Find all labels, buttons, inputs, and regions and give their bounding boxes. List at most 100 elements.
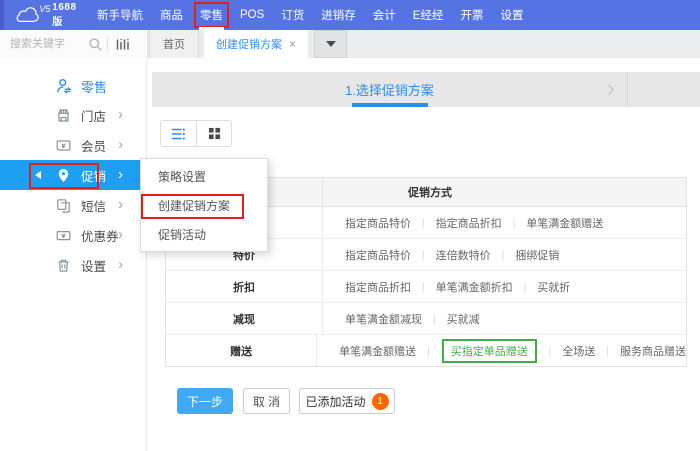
promotion-submenu: 策略设置 创建促销方案 促销活动 [140, 158, 268, 252]
divider [411, 217, 436, 229]
sidebar-item-members[interactable]: 会员 [0, 130, 146, 160]
promo-option-highlighted[interactable]: 买指定单品赠送 [442, 339, 537, 363]
wizard-step-1-label: 1.选择促销方案 [345, 80, 434, 99]
topnav-item-goods[interactable]: 商品 [156, 4, 187, 26]
table-row: 折扣 指定商品折扣单笔满金额折扣买就折 [166, 271, 686, 303]
chevron-right-icon [118, 137, 123, 152]
edition-label: 1688版 [52, 2, 85, 28]
app-logo: V5 1688版 [0, 2, 85, 28]
divider [422, 313, 447, 325]
tab-list-dropdown-button[interactable] [314, 30, 347, 58]
promo-option[interactable]: 买就折 [537, 279, 570, 295]
sidebar-item-settings[interactable]: 设置 [0, 250, 146, 280]
added-activities-label: 已添加活动 [305, 393, 365, 410]
topnav-item-pos[interactable]: POS [236, 6, 268, 24]
member-card-icon [56, 138, 72, 153]
added-activities-button[interactable]: 已添加活动 1 [299, 388, 395, 414]
wizard-step-1[interactable]: 1.选择促销方案 [152, 72, 627, 107]
tab-create-promo-plan[interactable]: 创建促销方案 × [204, 30, 308, 58]
store-icon [56, 108, 72, 123]
promo-option[interactable]: 单笔满金额赠送 [339, 343, 416, 359]
topnav-item-ejingjing[interactable]: E经经 [409, 4, 448, 26]
topbar: V5 1688版 新手导航 商品 零售 POS 订货 进销存 会计 E经经 开票… [0, 0, 700, 30]
person-icon [56, 78, 72, 94]
grid-view-icon [208, 127, 221, 140]
tab-bar: 首页 创建促销方案 × [0, 30, 700, 58]
sidebar-header-retail[interactable]: 零售 [0, 73, 146, 99]
divider [411, 249, 436, 261]
promo-option[interactable]: 捆绑促销 [515, 247, 559, 263]
close-icon[interactable]: × [289, 37, 296, 51]
col-header-promo-method: 促销方式 [323, 178, 686, 206]
row-options: 指定商品特价 指定商品折扣 单笔满金额赠送 [323, 207, 686, 238]
promo-option[interactable]: 服务商品赠送 [620, 343, 686, 359]
caret-down-icon [326, 41, 336, 47]
sidebar-item-stores[interactable]: 门店 [0, 100, 146, 130]
sms-icon [56, 198, 72, 213]
chevron-right-icon [118, 227, 123, 242]
logo-version: V5 [39, 4, 50, 14]
divider [627, 72, 628, 107]
topnav-item-inventory[interactable]: 进销存 [317, 4, 360, 26]
app-window: V5 1688版 新手导航 商品 零售 POS 订货 进销存 会计 E经经 开票… [0, 0, 700, 451]
topnav-item-settings[interactable]: 设置 [496, 4, 527, 26]
topnav-item-guide[interactable]: 新手导航 [93, 4, 147, 26]
chevron-right-icon [118, 197, 123, 212]
promo-option[interactable]: 单笔满金额减现 [345, 311, 422, 327]
divider [107, 37, 108, 51]
search-icon[interactable] [88, 37, 103, 52]
row-options: 指定商品折扣 单笔满金额折扣 买就折 [323, 271, 686, 302]
sidebar-item-label: 短信 [81, 196, 106, 215]
promotion-pin-icon [56, 168, 72, 183]
active-step-underline [352, 103, 428, 107]
divider [491, 249, 516, 261]
sidebar-item-promotion[interactable]: 促销 [0, 160, 146, 190]
sidebar-item-label: 设置 [81, 256, 106, 275]
topnav-item-invoice[interactable]: 开票 [456, 4, 487, 26]
tab-label: 首页 [163, 36, 185, 52]
chevron-right-icon [607, 72, 615, 107]
list-view-icon [171, 127, 187, 141]
promo-option[interactable]: 全场送 [562, 343, 595, 359]
promo-option[interactable]: 买就减 [447, 311, 480, 327]
trash-bin-icon [56, 258, 72, 273]
promo-option[interactable]: 单笔满金额折扣 [436, 279, 513, 295]
sidebar-item-label: 优惠券 [81, 226, 119, 245]
search-zone [0, 30, 148, 58]
topnav-item-accounting[interactable]: 会计 [369, 4, 400, 26]
topnav-item-retail[interactable]: 零售 [196, 4, 227, 26]
barcode-icon[interactable] [115, 36, 131, 52]
next-step-button[interactable]: 下一步 [177, 388, 233, 414]
promo-option[interactable]: 指定商品折扣 [436, 215, 502, 231]
submenu-item-strategy-settings[interactable]: 策略设置 [141, 163, 267, 192]
row-options: 单笔满金额减现 买就减 [323, 303, 686, 334]
topnav-item-order[interactable]: 订货 [277, 4, 308, 26]
submenu-item-create-promo-plan[interactable]: 创建促销方案 [141, 192, 267, 221]
sidebar-item-label: 会员 [81, 136, 106, 155]
tab-home[interactable]: 首页 [149, 30, 199, 58]
divider [595, 345, 620, 357]
submenu-item-promo-activities[interactable]: 促销活动 [141, 221, 267, 250]
view-toggle [160, 120, 232, 147]
top-navigation: 新手导航 商品 零售 POS 订货 进销存 会计 E经经 开票 设置 [93, 0, 527, 30]
sidebar-item-coupons[interactable]: 优惠券 [0, 220, 146, 250]
promo-option[interactable]: 连倍数特价 [436, 247, 491, 263]
cloud-logo-icon [13, 6, 41, 25]
promo-option[interactable]: 指定商品特价 [345, 247, 411, 263]
promo-option[interactable]: 指定商品折扣 [345, 279, 411, 295]
sidebar-item-label: 门店 [81, 106, 106, 125]
divider [502, 217, 527, 229]
table-row: 减现 单笔满金额减现买就减 [166, 303, 686, 335]
sidebar: 零售 门店 会员 促销 [0, 58, 147, 451]
grid-view-button[interactable] [196, 121, 231, 146]
search-input[interactable] [8, 37, 88, 51]
cancel-button[interactable]: 取 消 [243, 388, 290, 414]
promo-option[interactable]: 指定商品特价 [345, 215, 411, 231]
sidebar-item-sms[interactable]: 短信 [0, 190, 146, 220]
divider [416, 345, 441, 357]
promo-option[interactable]: 单笔满金额赠送 [526, 215, 603, 231]
arrow-left-icon [35, 171, 41, 179]
list-view-button[interactable] [161, 121, 196, 146]
divider [513, 281, 538, 293]
chevron-right-icon [118, 107, 123, 122]
